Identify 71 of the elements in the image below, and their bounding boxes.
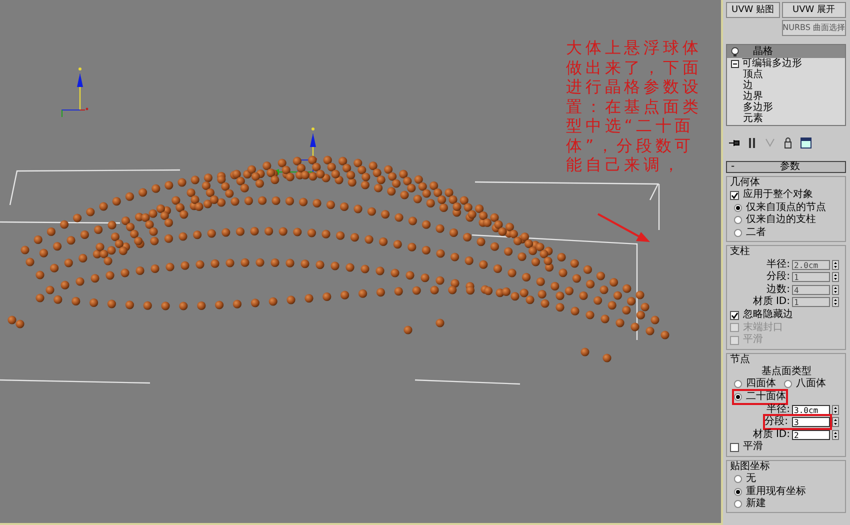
radio-button[interactable]	[734, 500, 742, 508]
radio-label: 无	[746, 472, 756, 485]
radio-button[interactable]	[734, 229, 742, 238]
modifier-button[interactable]: UVW 展开	[782, 2, 846, 18]
stack-subitem[interactable]: 多边形	[743, 102, 773, 114]
field-label: 材质 ID:	[752, 296, 790, 308]
spinner-icon[interactable]	[832, 272, 839, 282]
collapse-icon[interactable]	[731, 60, 739, 68]
modifier-button[interactable]: NURBS 曲面选择	[782, 20, 846, 36]
stack-subitem[interactable]: 边	[743, 80, 753, 92]
radio-label: 四面体	[746, 378, 776, 390]
stack-header-label: 晶格	[753, 46, 773, 58]
spinner-icon[interactable]	[832, 297, 839, 308]
field-label: 分段:	[764, 416, 788, 428]
bars-icon[interactable]	[746, 137, 758, 149]
input-field[interactable]: 3	[792, 417, 830, 428]
input-field[interactable]: 2	[792, 430, 830, 440]
radio-button[interactable]	[784, 380, 792, 388]
lock-icon[interactable]	[782, 137, 794, 149]
checkbox-label: 应用于整个对象	[743, 189, 813, 202]
spinner-icon[interactable]	[832, 417, 839, 428]
panel-icon[interactable]	[800, 137, 812, 149]
group-title: 支柱	[730, 246, 750, 258]
radio-button[interactable]	[734, 380, 742, 388]
stack-subitem[interactable]: 顶点	[743, 68, 763, 80]
radio-label: 二者	[746, 227, 766, 240]
stack-subitem[interactable]: 元素	[743, 112, 763, 124]
radio-button[interactable]	[734, 474, 742, 483]
checkbox-label: 平滑	[743, 334, 763, 346]
bulb-icon	[731, 46, 739, 56]
radio-button[interactable]	[734, 204, 742, 212]
field-label: 分段:	[766, 271, 790, 284]
radio-label: 二十面体	[746, 391, 786, 404]
field-label: 材质 ID:	[752, 428, 790, 441]
modifier-button[interactable]: UVW 贴图	[726, 2, 780, 18]
spinner-icon[interactable]	[832, 260, 839, 270]
spinner-icon[interactable]	[832, 284, 839, 295]
field-label: 半径:	[766, 258, 790, 271]
radio-button[interactable]	[734, 393, 742, 402]
collapse-sign: -	[730, 161, 735, 173]
checkbox[interactable]	[730, 442, 739, 452]
radio-label: 八面体	[796, 378, 826, 390]
group-title: 节点	[730, 354, 750, 366]
rollout-title: 参数	[778, 161, 801, 173]
pin-icon[interactable]	[728, 137, 740, 149]
section-label: 基点面类型	[762, 366, 812, 378]
stack-subitem[interactable]: 边界	[743, 90, 763, 102]
radio-label: 仅来自边的支柱	[746, 214, 816, 226]
checkbox[interactable]	[730, 310, 739, 320]
spinner-icon[interactable]	[832, 430, 839, 440]
checkbox-label: 平滑	[743, 441, 763, 454]
radio-button[interactable]	[734, 488, 742, 496]
stack-item[interactable]: 可编辑多边形	[742, 58, 802, 70]
stack-header[interactable]: 晶格	[727, 45, 845, 58]
input-field[interactable]: 3.0cm	[792, 404, 830, 415]
group-title: 几何体	[730, 177, 760, 188]
group-title: 贴图坐标	[730, 460, 770, 473]
spinner-icon[interactable]	[832, 404, 839, 415]
checkbox-label: 忽略隐藏边	[743, 309, 793, 322]
rollout-header[interactable]: - 参数	[726, 161, 846, 173]
axis-gizmo-icon	[62, 68, 88, 118]
checkbox[interactable]	[730, 190, 739, 200]
arrow-icon	[598, 213, 650, 242]
radio-label: 仅来自顶点的节点	[746, 202, 826, 214]
radio-button[interactable]	[734, 216, 742, 224]
checkbox-label: 末端封口	[743, 322, 783, 334]
radio-label: 新建	[746, 498, 766, 510]
field-label: 半径:	[766, 404, 790, 416]
annotation-text: 大体上悬浮球体做出来了，下面进行晶格参数设置：在基点面类型中选“二十面体”，分段数可能自己来调，	[566, 38, 702, 174]
radio-label: 重用现有坐标	[746, 486, 806, 498]
field-label: 边数:	[766, 284, 790, 296]
